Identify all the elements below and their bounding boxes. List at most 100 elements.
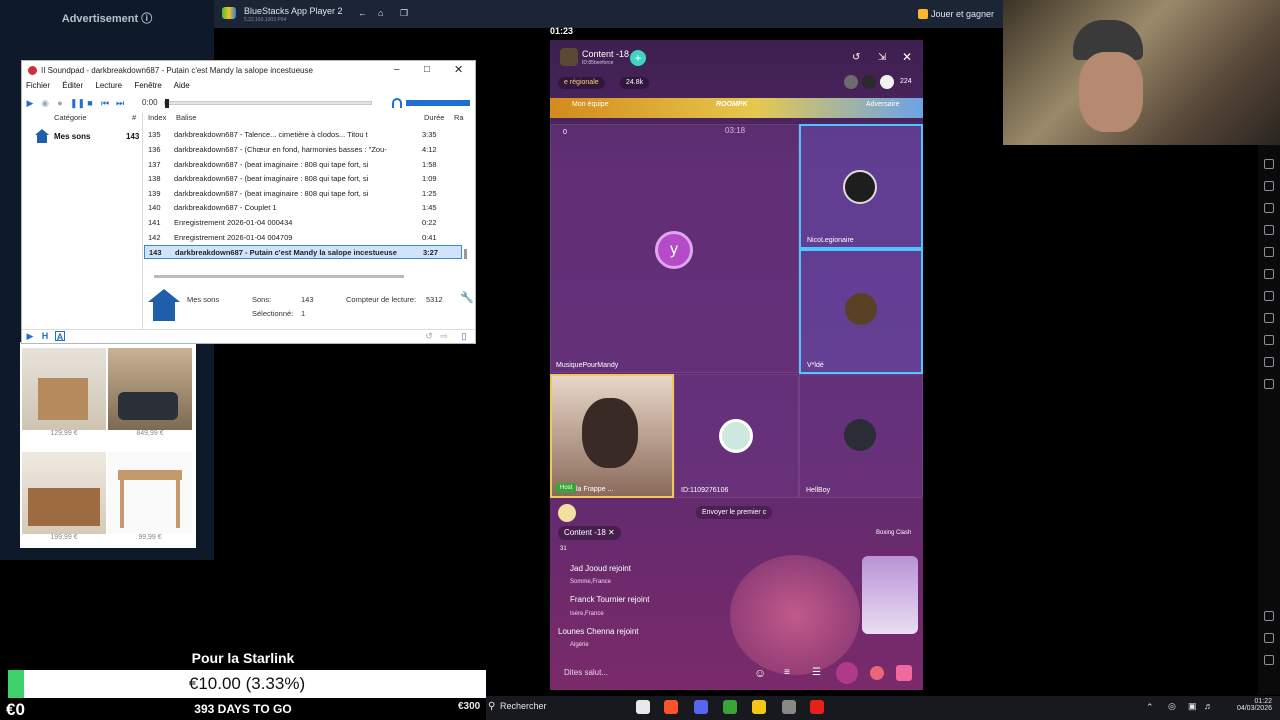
sidebar-tool-icon[interactable] — [1264, 225, 1274, 235]
sidebar-tool-icon[interactable] — [1264, 335, 1274, 345]
sound-row[interactable]: 137 darkbreakdown687 - (beat imaginaire :… — [144, 158, 462, 172]
emoji-button-icon[interactable]: ☺ — [754, 666, 766, 680]
play-icon[interactable]: ▶ — [25, 98, 35, 108]
network-icon[interactable]: ▣ — [1188, 701, 1197, 712]
sidebar-tool-icon[interactable] — [1264, 269, 1274, 279]
menu-fichier[interactable]: Fichier — [26, 81, 50, 90]
product-image-desk[interactable] — [108, 452, 192, 534]
bluestacks-taskbar-icon[interactable] — [752, 700, 766, 714]
menu-editer[interactable]: Éditer — [62, 81, 83, 90]
sidebar-tool-icon[interactable] — [1264, 379, 1274, 389]
sound-row[interactable]: 139 darkbreakdown687 - (beat imaginaire :… — [144, 187, 462, 201]
sidebar-tool-icon[interactable] — [1264, 181, 1274, 191]
boxing-clash-label[interactable]: Boxing Clash — [876, 530, 916, 536]
host-tile[interactable]: Host la Frappe ... — [550, 374, 674, 498]
product-image-tv-stand[interactable] — [22, 452, 106, 534]
sound-row[interactable]: 141 Enregistrement 2026-01-04 000434 0:22 — [144, 216, 462, 230]
sound-row[interactable]: 136 darkbreakdown687 - (Chœur en fond, ha… — [144, 143, 462, 157]
mic-tray-icon[interactable]: ◎ — [1168, 701, 1176, 712]
room-avatar[interactable] — [560, 48, 578, 66]
guest-tile-5[interactable]: HellBoy — [799, 374, 923, 498]
menu-fenetre[interactable]: Fenêtre — [134, 81, 162, 90]
youtube-icon[interactable] — [810, 700, 824, 714]
wrench-icon[interactable]: 🔧 — [460, 291, 474, 304]
guest-tile-4[interactable]: ID:1109276106 — [674, 374, 799, 498]
volume-icon[interactable]: ♬ — [1204, 701, 1213, 711]
follow-button[interactable]: + — [630, 50, 646, 66]
taskbar-weather[interactable]: €300 — [458, 701, 480, 712]
gift-promo-card[interactable] — [862, 556, 918, 634]
taskbar-search[interactable]: Rechercher — [500, 701, 547, 711]
vertical-scrollbar[interactable] — [464, 249, 467, 259]
seek-handle[interactable] — [165, 99, 169, 108]
sidebar-tool-icon[interactable] — [1264, 203, 1274, 213]
home-icon[interactable]: ⌂ — [378, 8, 383, 18]
sound-row[interactable]: 135 darkbreakdown687 - Talence... cimetiè… — [144, 128, 462, 142]
viewer-avatar[interactable] — [862, 75, 876, 89]
volume-slider[interactable] — [406, 100, 470, 106]
headphones-icon[interactable]: ◉ — [40, 98, 50, 108]
discord-icon[interactable] — [694, 700, 708, 714]
sound-row[interactable]: 140 darkbreakdown687 - Couplet 1 1:45 — [144, 201, 462, 215]
chat-bubble-icon[interactable]: ▯ — [459, 331, 469, 341]
sidebar-tool-icon[interactable] — [1264, 313, 1274, 323]
viewer-avatar[interactable] — [880, 75, 894, 89]
column-tag[interactable]: Balise — [176, 113, 196, 122]
stop-icon[interactable]: ■ — [85, 98, 95, 108]
gift-box-icon[interactable] — [896, 665, 912, 681]
guest-tile-2[interactable]: V*ldé — [799, 249, 923, 374]
taskbar-clock[interactable]: 01:22 04/03/2026 — [1222, 698, 1272, 712]
guest-tile-main[interactable]: 0 y MusiquePourMandy — [550, 124, 799, 373]
previous-icon[interactable]: ⏮ — [100, 98, 110, 108]
guest-tile-1[interactable]: NicoLegionaire — [799, 124, 923, 249]
menu-lecture[interactable]: Lecture — [95, 81, 122, 90]
volume-headphones-icon[interactable] — [392, 98, 402, 108]
minimize-icon[interactable]: – — [394, 64, 400, 75]
games-icon[interactable] — [836, 662, 858, 684]
audio-icon[interactable]: ≡ — [784, 667, 790, 678]
product-image-sideboard[interactable] — [22, 348, 106, 430]
text-icon[interactable]: A — [55, 331, 65, 342]
spreadsheet-icon[interactable] — [723, 700, 737, 714]
column-index[interactable]: Index — [148, 113, 166, 122]
play-small-icon[interactable]: ▶ — [25, 331, 35, 341]
share-icon[interactable]: ↺ — [852, 52, 860, 63]
forward-icon[interactable]: ⇨ — [439, 331, 449, 341]
region-badge[interactable]: e régionale — [558, 77, 605, 89]
emoji-icon[interactable] — [558, 504, 576, 522]
likes-badge[interactable]: 24.8k — [620, 77, 650, 89]
next-icon[interactable]: ⏭ — [115, 98, 125, 108]
obs-icon[interactable] — [782, 700, 796, 714]
pause-icon[interactable]: ❚❚ — [70, 98, 85, 108]
close-icon[interactable]: ✕ — [454, 63, 463, 76]
chat-input[interactable]: Dites salut... — [556, 664, 746, 682]
sidebar-tool-icon[interactable] — [1264, 247, 1274, 257]
sidebar-tool-icon[interactable] — [1264, 159, 1274, 169]
menu-icon[interactable]: ☰ — [812, 667, 821, 678]
task-view-icon[interactable] — [636, 700, 650, 714]
back-arrow-icon[interactable]: ← — [358, 8, 367, 18]
sound-row-selected[interactable]: 143 darkbreakdown687 - Putain c'est Mandy… — [144, 245, 462, 259]
menu-aide[interactable]: Aide — [174, 81, 190, 90]
hotkey-icon[interactable]: H — [40, 331, 50, 341]
viewer-count[interactable]: 224 — [900, 78, 912, 85]
close-room-icon[interactable]: ✕ — [902, 50, 912, 64]
multitask-icon[interactable]: ❐ — [400, 8, 408, 19]
minimize-window-icon[interactable]: ⇲ — [878, 52, 886, 63]
column-rating[interactable]: Ra — [454, 113, 464, 122]
viewer-avatar[interactable] — [844, 75, 858, 89]
maximize-icon[interactable]: □ — [424, 64, 430, 75]
sidebar-tool-icon[interactable] — [1264, 291, 1274, 301]
back-icon[interactable] — [1264, 633, 1274, 643]
chat-room-tag[interactable]: Content -18 ✕ — [558, 526, 621, 540]
home-icon[interactable] — [1264, 655, 1274, 665]
settings-icon[interactable] — [1264, 611, 1274, 621]
sidebar-tool-icon[interactable] — [1264, 357, 1274, 367]
brave-icon[interactable] — [664, 700, 678, 714]
mic-icon[interactable]: ● — [55, 98, 65, 108]
column-duration[interactable]: Durée — [424, 113, 444, 122]
tray-chevron-icon[interactable]: ⌃ — [1146, 702, 1154, 713]
horizontal-scrollbar[interactable] — [154, 275, 404, 278]
product-image-sofa[interactable] — [108, 348, 192, 430]
seek-bar[interactable] — [164, 99, 372, 108]
